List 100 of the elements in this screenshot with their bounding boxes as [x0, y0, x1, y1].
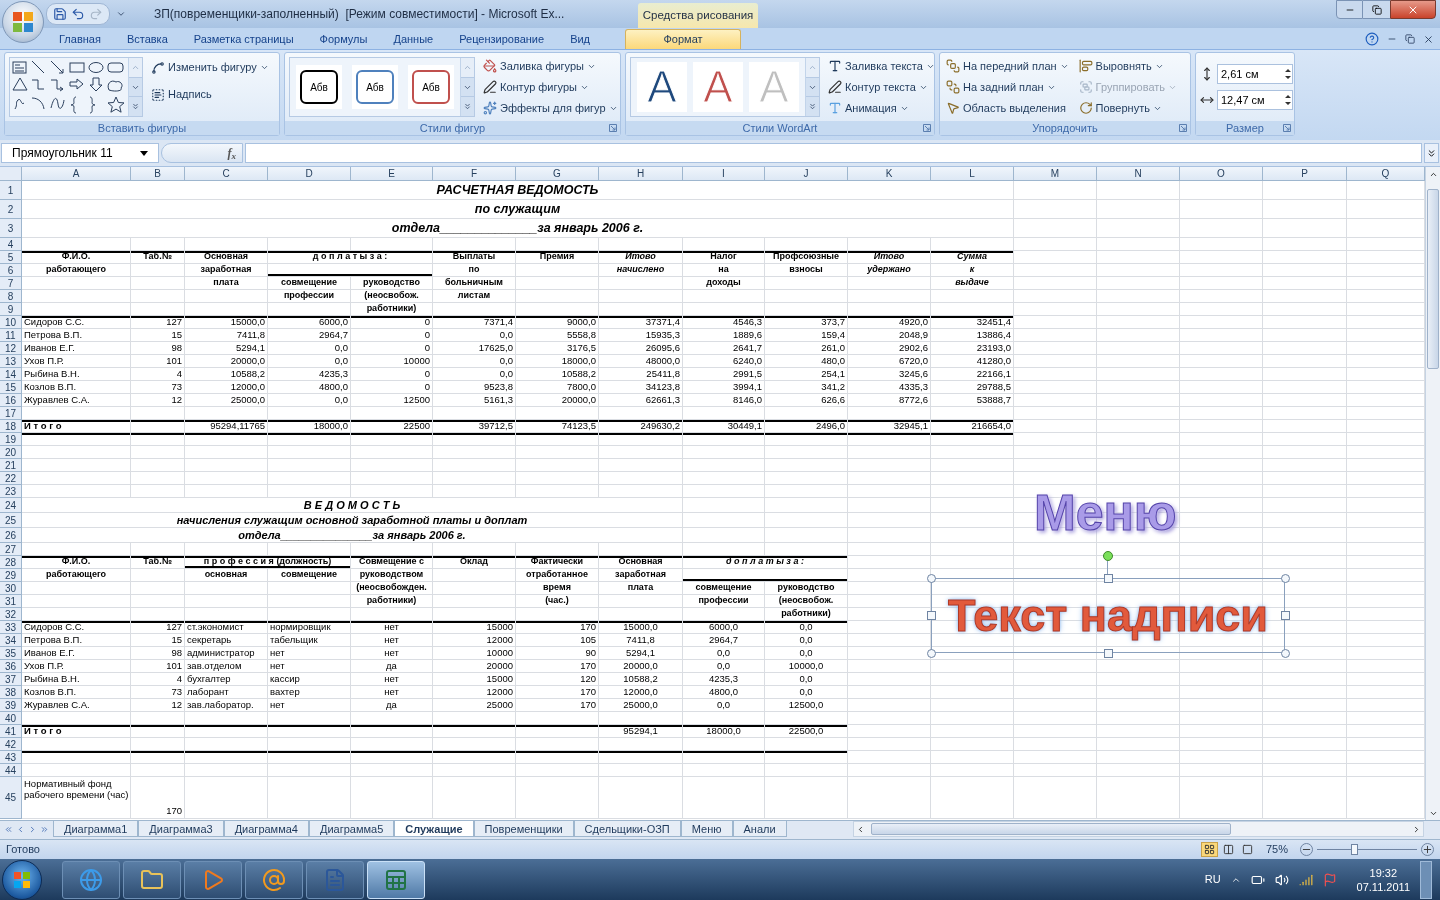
- column-header[interactable]: P: [1263, 167, 1347, 181]
- ribbon-button[interactable]: Заливка текста: [826, 55, 937, 77]
- column-header[interactable]: M: [1014, 167, 1097, 181]
- language-indicator[interactable]: RU: [1204, 871, 1221, 888]
- row-header[interactable]: 28: [0, 556, 22, 569]
- ribbon-button[interactable]: Анимация: [826, 97, 937, 119]
- column-header[interactable]: H: [599, 167, 683, 181]
- row-header[interactable]: 42: [0, 738, 22, 751]
- sheet-tab[interactable]: Меню: [680, 821, 733, 837]
- row-header[interactable]: 34: [0, 634, 22, 647]
- ribbon-tab[interactable]: Рецензирование: [446, 29, 558, 49]
- ribbon-button[interactable]: Эффекты для фигур: [481, 97, 620, 119]
- ribbon-tab[interactable]: Вид: [557, 29, 604, 49]
- row-header[interactable]: 19: [0, 433, 22, 446]
- wordart-swatch[interactable]: A: [693, 62, 743, 112]
- row-header[interactable]: 17: [0, 407, 22, 420]
- column-header[interactable]: F: [433, 167, 516, 181]
- row-header[interactable]: 40: [0, 712, 22, 725]
- ribbon-button[interactable]: Надпись: [149, 84, 271, 105]
- clock-date[interactable]: 07.11.2011: [1356, 879, 1410, 894]
- ribbon-tab[interactable]: Главная: [46, 29, 114, 49]
- ribbon-button[interactable]: Изменить фигуру: [149, 57, 271, 78]
- row-header[interactable]: 23: [0, 485, 22, 498]
- ribbon-tab[interactable]: Данные: [380, 29, 447, 49]
- row-header[interactable]: 29: [0, 569, 22, 582]
- row-header[interactable]: 4: [0, 238, 22, 251]
- row-header[interactable]: 38: [0, 686, 22, 699]
- style-swatch[interactable]: Абв: [412, 70, 450, 104]
- sheet-tab[interactable]: Сдельщики-ОЗП: [573, 821, 681, 837]
- row-header[interactable]: 30: [0, 582, 22, 595]
- size-field[interactable]: 2,61 см: [1217, 64, 1293, 84]
- row-header[interactable]: 36: [0, 660, 22, 673]
- style-swatch[interactable]: Абв: [300, 70, 338, 104]
- ribbon-button[interactable]: Заливка фигуры: [481, 55, 620, 77]
- row-header[interactable]: 11: [0, 329, 22, 342]
- row-header[interactable]: 13: [0, 355, 22, 368]
- row-header[interactable]: 18: [0, 420, 22, 433]
- row-header[interactable]: 25: [0, 513, 22, 528]
- row-header[interactable]: 8: [0, 290, 22, 303]
- ribbon-button[interactable]: На передний план: [944, 55, 1071, 77]
- column-header[interactable]: A: [22, 167, 131, 181]
- column-header[interactable]: N: [1097, 167, 1180, 181]
- sheet-tab[interactable]: Анали: [732, 821, 787, 837]
- row-header[interactable]: 22: [0, 472, 22, 485]
- column-header[interactable]: K: [848, 167, 931, 181]
- clock-time[interactable]: 19:32: [1369, 865, 1398, 880]
- column-header[interactable]: Q: [1347, 167, 1425, 181]
- row-header[interactable]: 21: [0, 459, 22, 472]
- row-header[interactable]: 39: [0, 699, 22, 712]
- row-header[interactable]: 7: [0, 277, 22, 290]
- row-header[interactable]: 9: [0, 303, 22, 316]
- ribbon-button[interactable]: Контур фигуры: [481, 76, 620, 98]
- sheet-tab[interactable]: Диаграмма5: [309, 821, 395, 837]
- ribbon-tab[interactable]: Формулы: [306, 29, 381, 49]
- sheet-tab[interactable]: Диаграмма1: [53, 821, 139, 837]
- row-header[interactable]: 27: [0, 543, 22, 556]
- column-header[interactable]: G: [516, 167, 599, 181]
- row-header[interactable]: 33: [0, 621, 22, 634]
- column-header[interactable]: C: [185, 167, 268, 181]
- name-box[interactable]: Прямоугольник 11: [1, 143, 159, 163]
- column-header[interactable]: L: [931, 167, 1014, 181]
- row-header[interactable]: 2: [0, 200, 22, 219]
- text-box[interactable]: Текст надписи: [931, 578, 1285, 653]
- sheet-tab[interactable]: Диаграмма3: [138, 821, 224, 837]
- row-header[interactable]: 5: [0, 251, 22, 264]
- row-header[interactable]: 3: [0, 219, 22, 238]
- sheet-tab[interactable]: Повременщики: [473, 821, 574, 837]
- row-header[interactable]: 24: [0, 498, 22, 513]
- ribbon-tab[interactable]: Вставка: [113, 29, 181, 49]
- row-header[interactable]: 44: [0, 764, 22, 777]
- row-header[interactable]: 43: [0, 751, 22, 764]
- size-field[interactable]: 12,47 см: [1217, 90, 1293, 110]
- function-label[interactable]: f$_{x}$: [227, 144, 236, 162]
- style-swatch[interactable]: Абв: [356, 70, 394, 104]
- column-header[interactable]: I: [683, 167, 765, 181]
- ribbon-button[interactable]: Область выделения: [944, 97, 1071, 119]
- ribbon-button[interactable]: Контур текста: [826, 76, 937, 98]
- ribbon-button[interactable]: На задний план: [944, 76, 1071, 98]
- column-header[interactable]: E: [351, 167, 433, 181]
- column-header[interactable]: O: [1180, 167, 1263, 181]
- sheet-tab[interactable]: Диаграмма4: [223, 821, 309, 837]
- row-header[interactable]: 26: [0, 528, 22, 543]
- row-header[interactable]: 32: [0, 608, 22, 621]
- row-header[interactable]: 35: [0, 647, 22, 660]
- row-header[interactable]: 12: [0, 342, 22, 355]
- column-header[interactable]: B: [131, 167, 185, 181]
- row-header[interactable]: 31: [0, 595, 22, 608]
- row-header[interactable]: 45: [0, 777, 22, 819]
- row-header[interactable]: 20: [0, 446, 22, 459]
- wordart-swatch[interactable]: A: [637, 62, 687, 112]
- ribbon-button[interactable]: Повернуть: [1076, 97, 1180, 119]
- ribbon-tab[interactable]: Формат: [625, 29, 742, 49]
- row-header[interactable]: 14: [0, 368, 22, 381]
- row-header[interactable]: 41: [0, 725, 22, 738]
- row-header[interactable]: 1: [0, 181, 22, 200]
- row-header[interactable]: 6: [0, 264, 22, 277]
- ribbon-button[interactable]: Выровнять: [1076, 55, 1180, 77]
- column-header[interactable]: D: [268, 167, 351, 181]
- row-header[interactable]: 16: [0, 394, 22, 407]
- sheet-tab[interactable]: Служащие: [394, 821, 474, 837]
